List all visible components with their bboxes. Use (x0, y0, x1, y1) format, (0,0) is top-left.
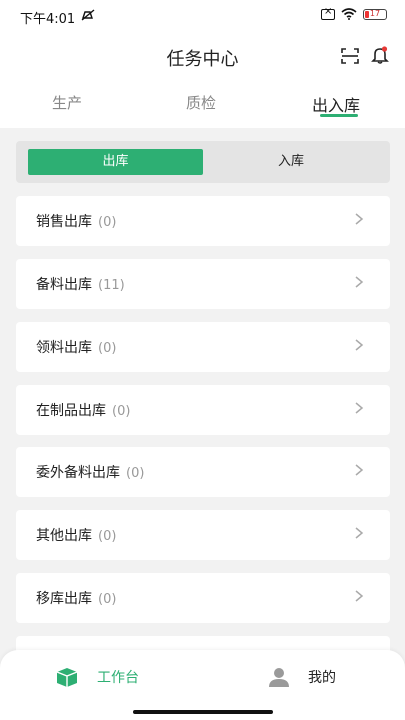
list-item-count: (11) (98, 278, 125, 293)
list-item-count: (0) (98, 529, 117, 544)
list-item-label: 委外备料出库 (0) (36, 465, 145, 481)
list-item-label: 其他出库 (0) (36, 528, 117, 544)
battery-level: 17 (369, 8, 381, 18)
tab-inventory[interactable]: 出入库 (312, 92, 360, 116)
list-item-label: 备料出库 (11) (36, 277, 125, 293)
list-item-transfer-outbound[interactable]: 移库出库 (0) (16, 573, 390, 623)
chevron-right-icon (355, 402, 364, 414)
outbound-inbound-toggle: 出库 入库 (16, 141, 390, 183)
status-bar: 下午4:01 17 (0, 0, 405, 32)
nav-workbench[interactable]: 工作台 (55, 664, 139, 690)
chevron-right-icon (355, 590, 364, 602)
segment-inbound[interactable]: 入库 (206, 149, 376, 175)
list-item-label: 移库出库 (0) (36, 591, 117, 607)
workbench-icon (56, 668, 78, 687)
list-item-sales-outbound[interactable]: 销售出库 (0) (16, 196, 390, 246)
chevron-right-icon (355, 464, 364, 476)
nav-workbench-label: 工作台 (97, 670, 139, 686)
chevron-right-icon (355, 527, 364, 539)
list-item-wip-outbound[interactable]: 在制品出库 (0) (16, 385, 390, 435)
scan-icon[interactable] (341, 47, 359, 65)
tab-bar: 生产 质检 出入库 (0, 92, 405, 126)
list-item-count: (0) (98, 341, 117, 356)
list-item-label: 领料出库 (0) (36, 340, 117, 356)
list-item-count: (0) (98, 215, 117, 230)
top-bar: 下午4:01 17 任务中心 生产 质检 出入库 (0, 0, 405, 128)
list-item-outsource-prep-outbound[interactable]: 委外备料出库 (0) (16, 447, 390, 497)
battery-icon: 17 (363, 8, 387, 20)
active-tab-indicator (320, 114, 358, 117)
list-item-label: 在制品出库 (0) (36, 403, 131, 419)
list-item-count: (0) (112, 404, 131, 419)
home-indicator (133, 710, 273, 714)
chevron-right-icon (355, 213, 364, 225)
chevron-right-icon (355, 276, 364, 288)
segment-outbound[interactable]: 出库 (28, 149, 203, 175)
status-time: 下午4:01 (20, 12, 76, 27)
tab-quality[interactable]: 质检 (186, 92, 216, 113)
sim-off-icon (321, 6, 335, 20)
list-item-count: (0) (126, 466, 145, 481)
status-icons: 17 (321, 6, 387, 20)
list-item-other-outbound[interactable]: 其他出库 (0) (16, 510, 390, 560)
wifi-icon (341, 8, 357, 20)
list-item-requisition-outbound[interactable]: 领料出库 (0) (16, 322, 390, 372)
nav-mine[interactable]: 我的 (268, 664, 336, 690)
user-icon (269, 668, 289, 687)
list-item-prep-outbound[interactable]: 备料出库 (11) (16, 259, 390, 309)
no-notify-icon (81, 9, 95, 21)
tab-production[interactable]: 生产 (52, 92, 82, 113)
list-item-label: 销售出库 (0) (36, 214, 117, 230)
bell-icon[interactable] (371, 46, 389, 64)
chevron-right-icon (355, 339, 364, 351)
list-item-count: (0) (98, 592, 117, 607)
nav-mine-label: 我的 (308, 670, 336, 686)
